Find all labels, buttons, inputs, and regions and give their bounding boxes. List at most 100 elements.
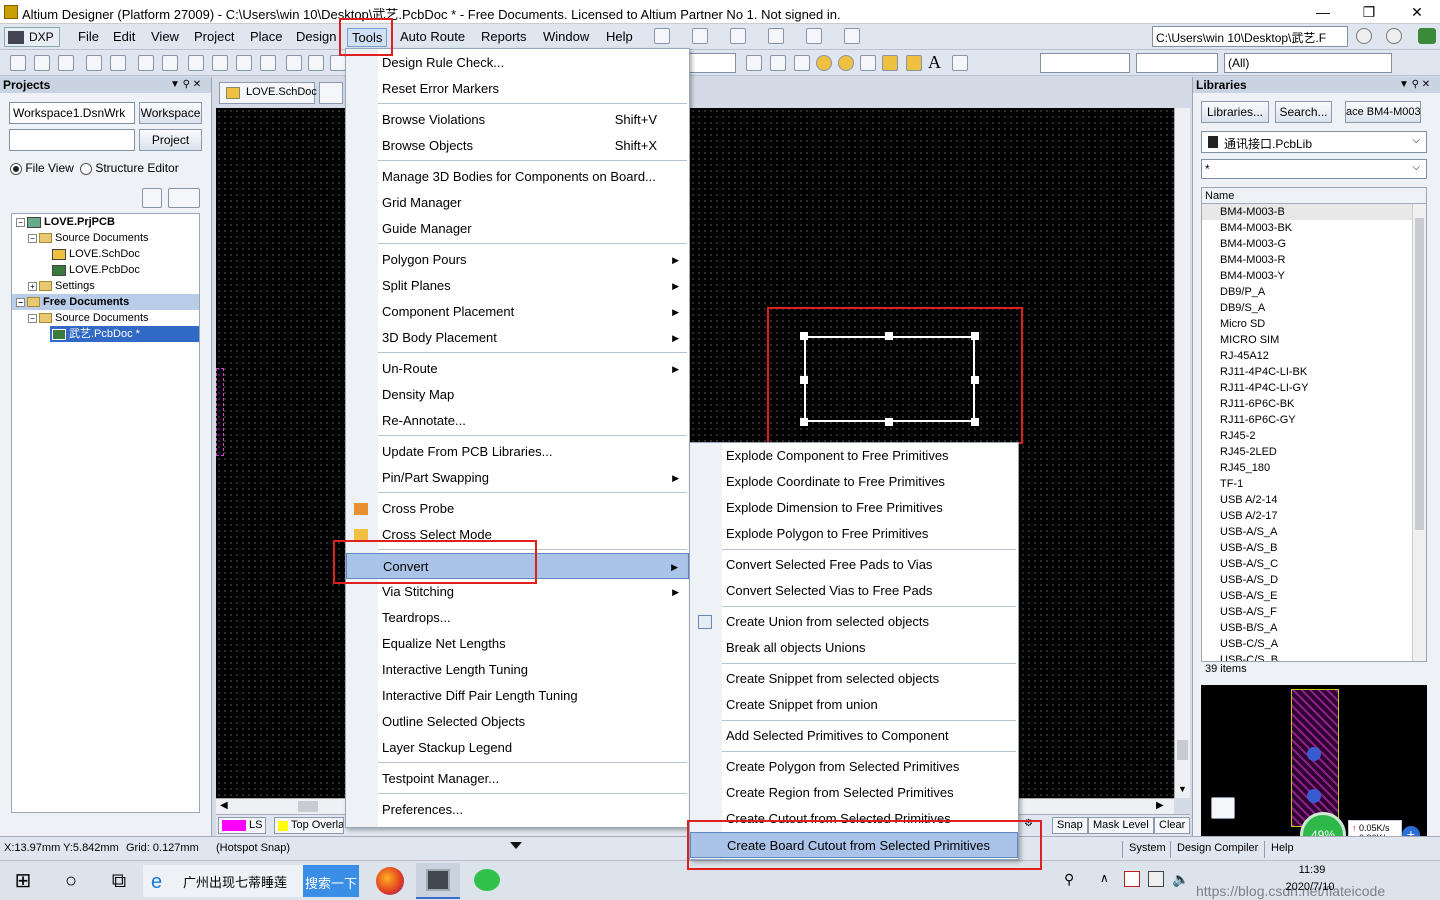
restore-button[interactable]: ❐	[1346, 0, 1392, 24]
forward-icon[interactable]	[1386, 28, 1402, 44]
tree-node-wuyi-pcbdoc[interactable]: 武艺.PcbDoc *	[50, 326, 199, 342]
grid-icon[interactable]	[844, 28, 860, 44]
component-list-item[interactable]: Micro SD	[1202, 316, 1426, 332]
layer-set-button[interactable]: LS	[218, 817, 266, 834]
menu-item-browse-objects[interactable]: Browse Objects Shift+X	[346, 133, 689, 159]
scroll-down-icon[interactable]: ▼	[1178, 784, 1187, 794]
diff-pair-route-icon[interactable]	[770, 55, 786, 71]
menu-auto-route[interactable]: Auto Route	[396, 28, 469, 45]
component-list-item[interactable]: BM4-M003-BK	[1202, 220, 1426, 236]
component-list-item[interactable]: USB-A/S_E	[1202, 588, 1426, 604]
search-task-button[interactable]: 搜索一下	[303, 865, 359, 897]
align-icon[interactable]	[692, 28, 708, 44]
place-arc-icon[interactable]	[860, 55, 876, 71]
clock-date[interactable]: 2020/7/10	[1280, 881, 1340, 893]
menu-item-testpoint-manager[interactable]: Testpoint Manager...	[346, 766, 689, 792]
menu-design[interactable]: Design	[292, 28, 340, 45]
person-icon[interactable]: ⚲	[1064, 871, 1074, 888]
component-list-item[interactable]: USB-A/S_C	[1202, 556, 1426, 572]
component-list-item[interactable]: USB-C/S_B	[1202, 652, 1426, 661]
submenu-item-explode-component[interactable]: Explode Component to Free Primitives	[690, 443, 1018, 469]
document-path-field[interactable]: C:\Users\win 10\Desktop\武艺.F	[1152, 26, 1348, 47]
submenu-item-create-snippet-from-selected[interactable]: Create Snippet from selected objects	[690, 666, 1018, 692]
zoom-filter-icon[interactable]	[260, 55, 276, 71]
place-via-icon[interactable]	[838, 55, 854, 71]
menu-item-re-annotate[interactable]: Re-Annotate...	[346, 408, 689, 434]
interactive-route-icon[interactable]	[746, 55, 762, 71]
search-button[interactable]: Search...	[1275, 101, 1332, 123]
component-list-item[interactable]: DB9/S_A	[1202, 300, 1426, 316]
component-list-item[interactable]: USB-B/S_A	[1202, 620, 1426, 636]
menu-item-grid-manager[interactable]: Grid Manager	[346, 190, 689, 216]
project-options-icon[interactable]	[168, 188, 200, 208]
volume-icon[interactable]: 🔈	[1172, 871, 1189, 888]
workspace-button[interactable]: Workspace	[139, 102, 202, 124]
menu-item-preferences[interactable]: Preferences...	[346, 797, 689, 823]
design-compiler-panel-button[interactable]: Design Compiler	[1170, 841, 1264, 858]
menu-item-manage-3d-bodies[interactable]: Manage 3D Bodies for Components on Board…	[346, 164, 689, 190]
save-icon[interactable]	[58, 55, 74, 71]
ie-task-button[interactable]: e 广州出现七蒂睡莲	[143, 865, 303, 897]
menu-item-interactive-diff-pair-length-tuning[interactable]: Interactive Diff Pair Length Tuning	[346, 683, 689, 709]
workspace-field[interactable]: Workspace1.DsnWrk	[9, 102, 135, 124]
collapse-icon[interactable]: −	[28, 313, 37, 323]
file-view-radio[interactable]: File View	[10, 161, 74, 175]
wechat-icon[interactable]	[474, 869, 500, 891]
scroll-right-icon[interactable]: ▶	[1156, 800, 1164, 811]
all-filter-dropdown[interactable]: (All)	[1224, 53, 1392, 73]
back-icon[interactable]	[1356, 28, 1372, 44]
tab-top-overlay[interactable]: Top Overla	[274, 817, 344, 834]
submenu-item-convert-vias-to-pads[interactable]: Convert Selected Vias to Free Pads	[690, 578, 1018, 604]
filter-dropdown[interactable]	[1136, 53, 1218, 73]
canvas-vertical-scrollbar[interactable]: ▼	[1174, 108, 1190, 798]
layer-set-dropdown[interactable]	[1040, 53, 1130, 73]
menu-item-cross-probe[interactable]: Cross Probe	[346, 496, 689, 522]
list-scrollbar[interactable]	[1412, 204, 1426, 661]
print-preview-icon[interactable]	[110, 55, 126, 71]
tab-overflow[interactable]	[319, 82, 343, 104]
firefox-icon[interactable]	[376, 867, 404, 895]
component-list-item[interactable]: BM4-M003-B	[1202, 204, 1426, 220]
tree-node-settings[interactable]: + Settings	[12, 278, 199, 294]
tray-chevron-icon[interactable]: ∧	[1100, 871, 1109, 885]
menu-place[interactable]: Place	[246, 28, 287, 45]
compile-icon[interactable]	[142, 188, 162, 208]
component-list-item[interactable]: BM4-M003-R	[1202, 252, 1426, 268]
submenu-item-explode-dimension[interactable]: Explode Dimension to Free Primitives	[690, 495, 1018, 521]
open-icon[interactable]	[34, 55, 50, 71]
component-list-item[interactable]: RJ11-4P4C-LI-BK	[1202, 364, 1426, 380]
menu-item-3d-body-placement[interactable]: 3D Body Placement ▶	[346, 325, 689, 351]
cut-icon[interactable]	[286, 55, 302, 71]
menu-item-teardrops[interactable]: Teardrops...	[346, 605, 689, 631]
layers-icon[interactable]	[768, 28, 784, 44]
menu-item-browse-violations[interactable]: Browse Violations Shift+V	[346, 107, 689, 133]
altium-task-button[interactable]	[416, 863, 460, 899]
libraries-button[interactable]: Libraries...	[1201, 101, 1269, 123]
copy-icon[interactable]	[308, 55, 324, 71]
minimize-button[interactable]: —	[1300, 0, 1346, 24]
zoom-area-icon[interactable]	[212, 55, 228, 71]
panel-menu-icon[interactable]: ▼ ⚲ ✕	[170, 79, 201, 90]
route-icon[interactable]	[654, 28, 670, 44]
place-fill-icon[interactable]	[882, 55, 898, 71]
tree-node-schdoc[interactable]: LOVE.SchDoc	[12, 246, 199, 262]
dxp-menu[interactable]: DXP	[4, 27, 60, 47]
tray-app-icon[interactable]	[1148, 871, 1164, 887]
component-list-item[interactable]: BM4-M003-Y	[1202, 268, 1426, 284]
component-list-item[interactable]: TF-1	[1202, 476, 1426, 492]
menu-item-polygon-pours[interactable]: Polygon Pours ▶	[346, 247, 689, 273]
expand-icon[interactable]: +	[28, 281, 37, 291]
menu-item-un-route[interactable]: Un-Route ▶	[346, 356, 689, 382]
tree-node-free-source-docs[interactable]: − Source Documents	[12, 310, 199, 326]
scroll-thumb[interactable]	[1415, 218, 1424, 530]
new-icon[interactable]	[10, 55, 26, 71]
place-button[interactable]: ace BM4-M003	[1345, 101, 1421, 123]
menu-item-equalize-net-lengths[interactable]: Equalize Net Lengths	[346, 631, 689, 657]
project-button[interactable]: Project	[139, 129, 202, 151]
scroll-thumb[interactable]	[298, 801, 318, 812]
component-list-item[interactable]: USB A/2-14	[1202, 492, 1426, 508]
filter-input[interactable]: * ⌵	[1201, 159, 1427, 179]
tools-icon[interactable]	[1211, 797, 1235, 819]
multi-route-icon[interactable]	[794, 55, 810, 71]
place-polygon-icon[interactable]	[906, 55, 922, 71]
